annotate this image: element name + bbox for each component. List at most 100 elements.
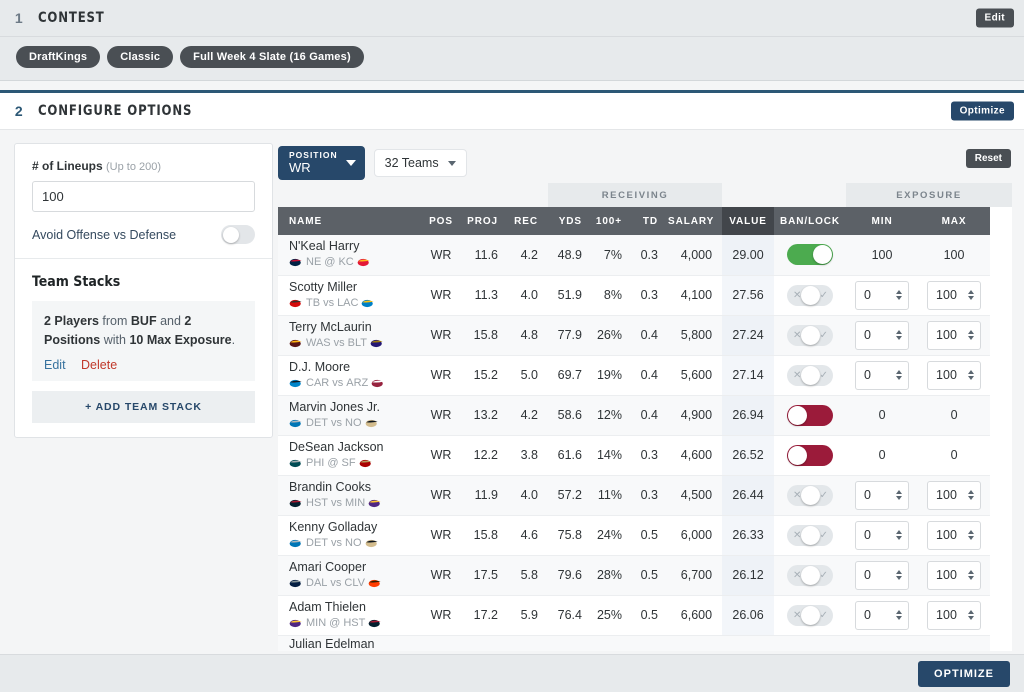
banlock-toggle[interactable]: ✕ ✓ [787, 484, 834, 506]
stepper-down-icon[interactable] [968, 576, 975, 580]
optimize-button[interactable]: OPTIMIZE [918, 660, 1010, 687]
player-max-cell[interactable]: 100 [918, 475, 991, 516]
stepper-up-icon[interactable] [896, 530, 903, 534]
stepper-arrows-icon[interactable] [968, 290, 975, 300]
player-banlock-cell[interactable]: ✕ ✓ [774, 355, 847, 396]
stepper-down-icon[interactable] [968, 376, 975, 380]
player-name-cell[interactable]: Terry McLaurin WAS vs BLT [278, 315, 420, 356]
teams-filter-dropdown[interactable]: 32 Teams [373, 149, 467, 177]
stepper-arrows-icon[interactable] [896, 290, 903, 300]
player-name-cell[interactable]: N'Keal Harry NE @ KC [278, 235, 420, 276]
player-name-cell[interactable]: Kenny Golladay DET vs NO [278, 515, 420, 556]
col-header-value[interactable]: VALUE [722, 207, 775, 235]
player-banlock-cell[interactable] [774, 435, 847, 476]
lock-toggle[interactable] [787, 244, 834, 266]
player-min-cell[interactable]: 0 [846, 515, 919, 556]
table-row[interactable]: D.J. Moore CAR vs ARZ WR 15.2 5.0 69.7 19% 0.4 5,6… [278, 355, 1012, 396]
min-exposure-stepper[interactable]: 0 [846, 600, 918, 630]
stepper-down-icon[interactable] [968, 336, 975, 340]
min-exposure-stepper[interactable]: 0 [846, 360, 918, 390]
player-banlock-cell[interactable]: ✕ ✓ [774, 315, 847, 356]
player-min-cell[interactable]: 0 [846, 435, 919, 476]
player-min-cell[interactable]: 0 [846, 395, 919, 436]
col-header-pos[interactable]: POS [420, 207, 462, 235]
banlock-toggle[interactable]: ✕ ✓ [787, 604, 834, 626]
player-max-cell[interactable]: 100 [918, 275, 991, 316]
stepper-arrows-icon[interactable] [896, 530, 903, 540]
max-exposure-stepper[interactable]: 100 [918, 560, 990, 590]
stepper-up-icon[interactable] [968, 610, 975, 614]
player-banlock-cell[interactable]: ✕ ✓ [774, 275, 847, 316]
stepper-arrows-icon[interactable] [896, 370, 903, 380]
col-header-min[interactable]: MIN [846, 207, 919, 235]
position-filter-dropdown[interactable]: POSITION WR [278, 146, 365, 180]
max-exposure-stepper[interactable]: 100 [918, 480, 990, 510]
min-exposure-stepper[interactable]: 0 [846, 480, 918, 510]
stepper-arrows-icon[interactable] [896, 610, 903, 620]
contest-tag-type[interactable]: Classic [107, 46, 174, 68]
stepper-down-icon[interactable] [896, 536, 903, 540]
banlock-toggle[interactable]: ✕ ✓ [787, 564, 834, 586]
ban-toggle[interactable] [787, 404, 834, 426]
stepper-down-icon[interactable] [896, 616, 903, 620]
player-name-cell[interactable]: D.J. Moore CAR vs ARZ [278, 355, 420, 396]
player-name-cell[interactable]: Marvin Jones Jr. DET vs NO [278, 395, 420, 436]
min-exposure-stepper[interactable]: 0 [846, 280, 918, 310]
stepper-down-icon[interactable] [968, 616, 975, 620]
stepper-arrows-icon[interactable] [896, 490, 903, 500]
reset-filters-button[interactable]: Reset [965, 149, 1011, 168]
col-header-yds[interactable]: YDS [548, 207, 592, 235]
table-row[interactable]: Scotty Miller TB vs LAC WR 11.3 4.0 51.9 8% 0.3 4,… [278, 275, 1012, 316]
col-header-rec[interactable]: REC [508, 207, 548, 235]
stepper-up-icon[interactable] [968, 530, 975, 534]
player-banlock-cell[interactable]: ✕ ✓ [774, 475, 847, 516]
table-row[interactable]: N'Keal Harry NE @ KC WR 11.6 4.2 48.9 7% 0.3 4,000… [278, 235, 1012, 276]
player-max-cell[interactable]: 100 [918, 595, 991, 636]
stepper-down-icon[interactable] [896, 576, 903, 580]
player-banlock-cell[interactable]: ✕ ✓ [774, 595, 847, 636]
stepper-arrows-icon[interactable] [968, 530, 975, 540]
stepper-down-icon[interactable] [896, 296, 903, 300]
ban-toggle[interactable] [787, 444, 834, 466]
min-exposure-stepper[interactable]: 0 [846, 320, 918, 350]
col-header-salary[interactable]: SALARY [668, 207, 723, 235]
player-min-cell[interactable]: 0 [846, 275, 919, 316]
stepper-up-icon[interactable] [968, 370, 975, 374]
stepper-up-icon[interactable] [896, 330, 903, 334]
stepper-down-icon[interactable] [968, 536, 975, 540]
stepper-up-icon[interactable] [968, 290, 975, 294]
contest-tag-slate[interactable]: Full Week 4 Slate (16 Games) [180, 46, 364, 68]
player-max-cell[interactable]: 100 [918, 555, 991, 596]
player-min-cell[interactable]: 0 [846, 595, 919, 636]
stepper-down-icon[interactable] [896, 376, 903, 380]
optimize-top-button[interactable]: Optimize [950, 101, 1014, 121]
player-name-cell[interactable]: Adam Thielen MIN @ HST [278, 595, 420, 636]
stepper-arrows-icon[interactable] [896, 570, 903, 580]
table-row[interactable]: Kenny Golladay DET vs NO WR 15.8 4.6 75.8 24% 0.5… [278, 515, 1012, 556]
player-max-cell[interactable]: 100 [918, 315, 991, 356]
min-exposure-stepper[interactable]: 0 [846, 520, 918, 550]
player-banlock-cell[interactable] [774, 235, 847, 276]
player-banlock-cell[interactable]: ✕ ✓ [774, 555, 847, 596]
add-team-stack-button[interactable]: + ADD TEAM STACK [32, 390, 255, 423]
stepper-down-icon[interactable] [896, 496, 903, 500]
player-max-cell[interactable]: 100 [918, 355, 991, 396]
stepper-up-icon[interactable] [896, 570, 903, 574]
table-row[interactable]: Adam Thielen MIN @ HST WR 17.2 5.9 76.4 25% 0.5 6,… [278, 595, 1012, 636]
table-row[interactable]: Brandin Cooks HST vs MIN WR 11.9 4.0 57.2 11% 0.3… [278, 475, 1012, 516]
table-row[interactable]: DeSean Jackson PHI @ SF WR 12.2 3.8 61.6 14% 0.3 4… [278, 435, 1012, 476]
avoid-offense-toggle[interactable] [221, 225, 255, 244]
stepper-arrows-icon[interactable] [968, 570, 975, 580]
stepper-arrows-icon[interactable] [968, 330, 975, 340]
player-max-cell[interactable]: 100 [918, 515, 991, 556]
col-header-name[interactable]: NAME [278, 207, 420, 235]
stepper-arrows-icon[interactable] [968, 370, 975, 380]
player-name-cell[interactable]: DeSean Jackson PHI @ SF [278, 435, 420, 476]
col-header-td[interactable]: TD [632, 207, 668, 235]
player-max-cell[interactable]: 0 [918, 395, 991, 436]
col-header-max[interactable]: MAX [918, 207, 991, 235]
banlock-toggle[interactable]: ✕ ✓ [787, 324, 834, 346]
max-exposure-stepper[interactable]: 100 [918, 520, 990, 550]
table-row-partial[interactable]: Julian Edelman [278, 635, 1012, 651]
player-name-cell[interactable]: Brandin Cooks HST vs MIN [278, 475, 420, 516]
